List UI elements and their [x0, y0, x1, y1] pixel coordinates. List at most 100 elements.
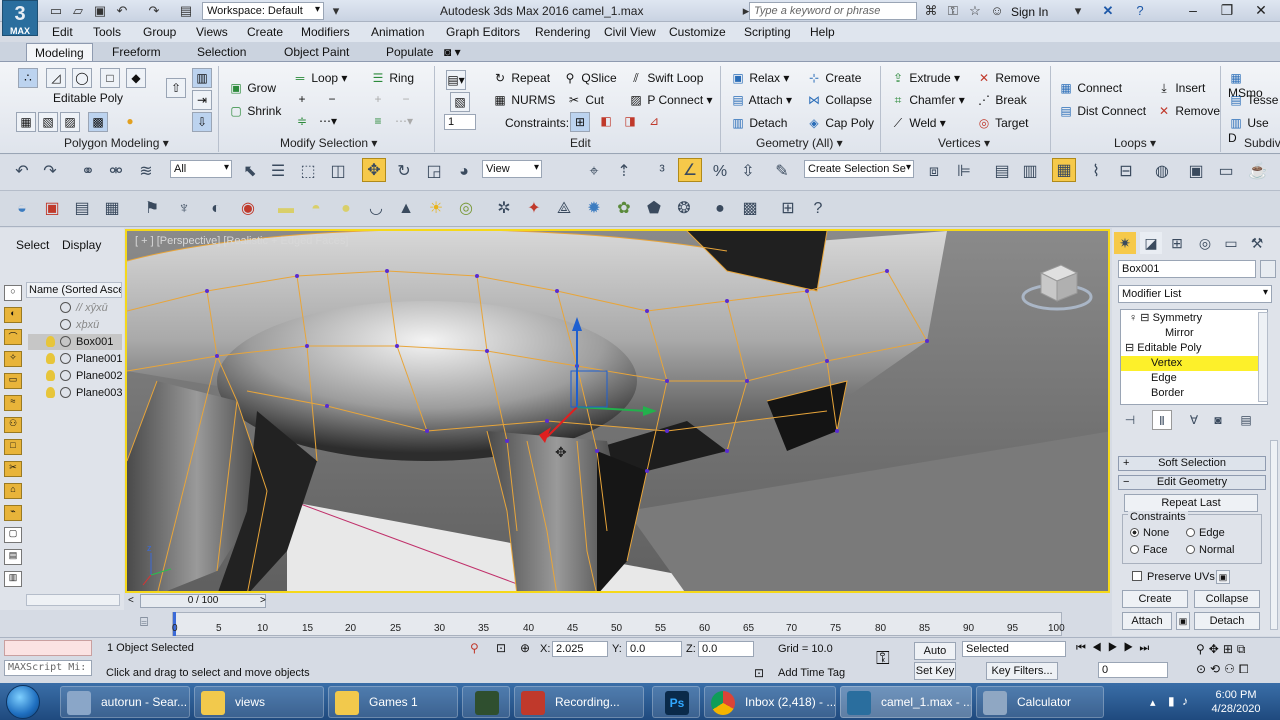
cut-button[interactable]: ✂ Cut [566, 92, 604, 108]
repeat-button[interactable]: ↻ Repeat [492, 70, 550, 86]
taskbar-item-3dsmax[interactable]: camel_1.max - ... [840, 686, 972, 718]
tab-modeling[interactable]: Modeling [26, 43, 93, 61]
taskbar-item-search[interactable]: autorun - Sear... [60, 686, 190, 718]
biped-icon[interactable]: ♆ [172, 197, 196, 221]
close-icon[interactable]: ✕ [1244, 0, 1278, 22]
key-mode-dropdown[interactable]: Selected [962, 641, 1066, 657]
select-and-scale-icon[interactable]: ◲ [422, 160, 446, 184]
x-coordinate-field[interactable]: 2.025 [552, 641, 608, 657]
hierarchy-panel-icon[interactable]: ⊞ [1166, 232, 1188, 254]
menu-scripting[interactable]: Scripting [744, 25, 791, 39]
absolute-mode-icon[interactable]: ⊕ [520, 641, 530, 655]
light-bulb-icon[interactable] [46, 387, 55, 398]
set-key-button[interactable]: Set Key [914, 662, 956, 680]
stack-item-vertex[interactable]: Vertex [1121, 356, 1261, 371]
tab-display[interactable]: Display [62, 238, 101, 252]
name-column-header[interactable]: Name (Sorted Ascen [26, 282, 122, 298]
save-icon[interactable]: ▣ [92, 3, 108, 19]
sign-in-link[interactable]: Sign In [1011, 5, 1048, 19]
display-cameras-icon[interactable]: ▭ [4, 373, 22, 389]
show-end-result-icon[interactable]: ▧ [38, 112, 58, 132]
attach-button[interactable]: Attach [1122, 612, 1172, 630]
repeat-last-button[interactable]: Repeat Last [1124, 494, 1258, 512]
ring-mode-icon[interactable]: ≡ [368, 112, 388, 132]
light-bulb-icon[interactable] [46, 353, 55, 364]
time-slider-next-icon[interactable]: > [260, 595, 266, 606]
ignore-backfacing-icon[interactable]: ▩ [88, 112, 108, 132]
stack-item-edge[interactable]: Edge [1121, 371, 1261, 386]
taskbar-item-views[interactable]: views [194, 686, 324, 718]
show-end-result-icon[interactable]: Ⅱ [1152, 410, 1172, 430]
binoculars-icon[interactable]: ⌘ [923, 3, 939, 19]
menu-modifiers[interactable]: Modifiers [301, 25, 350, 39]
scene-item-plane001[interactable]: Plane001 [28, 351, 123, 367]
display-none-icon[interactable]: ○ [4, 285, 22, 301]
isolate-selection-icon[interactable]: ⚲ [470, 641, 479, 655]
viewport-nav-controls[interactable]: ⚲✥⊞⧉ [1196, 642, 1276, 657]
taskbar-item-calculator[interactable]: Calculator [976, 686, 1104, 718]
scene-item-plane003[interactable]: Plane003 [28, 385, 123, 401]
stack-item-mirror[interactable]: Mirror [1121, 326, 1261, 341]
maxscript-listener-top[interactable] [4, 640, 92, 656]
make-unique-icon[interactable]: ∀ [1184, 410, 1204, 430]
select-object-icon[interactable]: ⬉ [238, 160, 262, 184]
shrink-loop-icon[interactable]: − [322, 90, 342, 110]
plane-primitive-icon[interactable]: ▬ [274, 197, 298, 221]
configure-modifier-sets-icon[interactable]: ▤ [1236, 410, 1256, 430]
attach-list-icon[interactable]: ▣ [1176, 612, 1190, 630]
time-slider[interactable]: 0 / 100 [140, 594, 266, 608]
constraint-face-icon[interactable]: ◨ [620, 112, 640, 132]
y-coordinate-field[interactable]: 0.0 [626, 641, 682, 657]
minimize-icon[interactable]: – [1176, 0, 1210, 22]
tab-populate[interactable]: Populate [378, 43, 441, 61]
workspace-dropdown[interactable]: Workspace: Default [202, 2, 324, 20]
taskbar-item-games[interactable]: Games 1 [328, 686, 458, 718]
grow-ring-icon[interactable]: + [368, 90, 388, 110]
edit-geometry-rollout[interactable]: − Edit Geometry [1118, 475, 1266, 490]
redo-icon[interactable]: ↷ [38, 160, 62, 184]
select-by-name-icon[interactable]: ☰ [266, 160, 290, 184]
extrude-button[interactable]: ⇪ Extrude ▾ [890, 70, 960, 86]
dot-loop-icon[interactable]: ⋯▾ [318, 112, 338, 132]
snaps-toggle-icon[interactable]: ³ [650, 160, 674, 184]
dot-ring-icon[interactable]: ⋯▾ [394, 112, 414, 132]
collapse-button[interactable]: Collapse [1194, 590, 1260, 608]
time-tag-icon[interactable]: ⊡ [754, 666, 764, 680]
group-polygon-modeling[interactable]: Polygon Modeling ▾ [64, 136, 169, 150]
open-file-icon[interactable]: ▱ [70, 3, 86, 19]
visibility-icon[interactable] [60, 353, 71, 364]
menu-group[interactable]: Group [143, 25, 176, 39]
toggle-layer-explorer-icon[interactable]: ▥ [1018, 160, 1042, 184]
scene-item[interactable]: // xŷxū [28, 300, 122, 316]
edge-mode-icon[interactable]: ◿ [46, 68, 66, 88]
z-coordinate-field[interactable]: 0.0 [698, 641, 754, 657]
insert-loop-button[interactable]: ⤓ Insert [1156, 80, 1205, 96]
create-button[interactable]: ⊹ Create [806, 70, 861, 86]
undo-icon[interactable]: ↶ [114, 3, 130, 19]
display-geometry-icon[interactable]: ◐ [4, 307, 22, 323]
group-subdivision[interactable]: Subdiv [1244, 136, 1280, 150]
tab-object-paint[interactable]: Object Paint [276, 43, 357, 61]
torus-icon[interactable]: ◎ [454, 197, 478, 221]
edit-named-selection-icon[interactable]: ✎ [770, 160, 794, 184]
menu-animation[interactable]: Animation [371, 25, 424, 39]
modify-panel-icon[interactable]: ◪ [1140, 232, 1162, 254]
render-setup-icon[interactable]: ▣ [1184, 160, 1208, 184]
connect-button[interactable]: ▦ Connect [1058, 80, 1122, 96]
app-logo[interactable]: MAX [2, 0, 38, 36]
window-crossing-icon[interactable]: ◫ [326, 160, 350, 184]
user-icon[interactable]: ☺ [989, 3, 1005, 19]
object-color-swatch[interactable] [1260, 260, 1276, 278]
render-production-icon[interactable]: ☕ [1246, 160, 1270, 184]
relax-button[interactable]: ▣ Relax ▾ [730, 70, 789, 86]
light-bulb-icon[interactable] [46, 370, 55, 381]
group-loops[interactable]: Loops ▾ [1114, 136, 1156, 150]
border-mode-icon[interactable]: ◯ [72, 68, 92, 88]
cone-icon[interactable]: ▲ [394, 197, 418, 221]
tab-freeform[interactable]: Freeform [104, 43, 169, 61]
tab-select[interactable]: Select [16, 238, 49, 252]
vertex-mode-icon[interactable]: ∴ [18, 68, 38, 88]
percent-snap-icon[interactable]: % [708, 160, 732, 184]
toolbar-help-icon[interactable]: ? [806, 197, 830, 221]
current-frame-field[interactable]: 0 [1098, 662, 1168, 678]
